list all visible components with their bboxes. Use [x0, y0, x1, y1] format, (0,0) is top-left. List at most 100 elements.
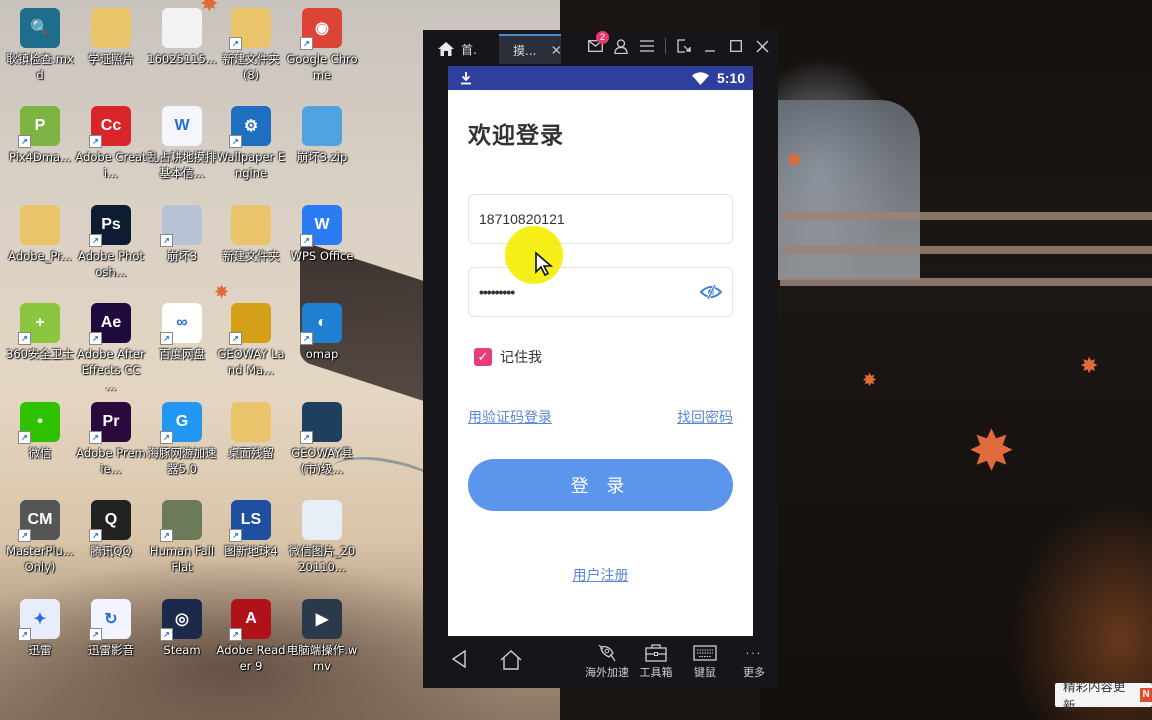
tab-app[interactable]: 摸...: [499, 34, 561, 64]
phone-field[interactable]: [468, 194, 733, 244]
desktop-icon[interactable]: ∞ ↗ 百度网盘: [146, 303, 218, 362]
tool-label: 海外加速: [585, 666, 629, 679]
titlebar-separator: [665, 38, 666, 54]
desktop-icon[interactable]: ↗ Human Fall Flat: [146, 500, 218, 575]
desktop-icon[interactable]: ✦ ↗ 迅雷: [4, 599, 76, 658]
password-input[interactable]: [479, 284, 700, 300]
app-icon: [91, 8, 131, 48]
desktop-icon[interactable]: ⚙ ↗ Wallpaper Engine: [215, 106, 287, 181]
desktop-icon-grid: 🔍 耿镇检查.mxd 学证照片 16025115... ↗ 新建文件夹 (8) ◉ ↗ Goog…: [0, 0, 380, 720]
update-notification[interactable]: 精彩内容更新 N: [1055, 679, 1152, 713]
keyboard-icon: [693, 645, 717, 661]
desktop-icon[interactable]: + ↗ 360安全卫士: [4, 303, 76, 362]
desktop-icon[interactable]: ↗ GEOWAY Land Ma...: [215, 303, 287, 378]
remember-me[interactable]: ✓ 记住我: [468, 347, 733, 367]
more-button[interactable]: ··· 更多: [730, 642, 778, 680]
password-field[interactable]: [468, 267, 733, 317]
desktop-icon[interactable]: 微信图片_2020110...: [286, 500, 358, 575]
desktop-icon-label: Pix4Dma...: [8, 150, 72, 164]
accelerate-button[interactable]: 海外加速: [583, 642, 631, 680]
rocket-icon: [598, 644, 616, 662]
register-link[interactable]: 用户注册: [573, 568, 629, 584]
titlebar-controls: 2: [587, 31, 770, 54]
keymouse-button[interactable]: 键鼠: [681, 642, 729, 680]
desktop-icon[interactable]: LS ↗ 图新地球4: [215, 500, 287, 559]
wifi-icon: [691, 71, 709, 85]
close-icon[interactable]: [552, 45, 561, 55]
login-page: 欢迎登录 ✓ 记住我 用验证码登录 找回密码 登 录 用户注册: [448, 116, 753, 585]
app-icon: [162, 8, 202, 48]
app-icon: ↗: [229, 303, 271, 345]
desktop-icon[interactable]: ↻ ↗ 迅雷影音: [75, 599, 147, 658]
app-icon: [231, 402, 271, 442]
desktop-icon[interactable]: ↗ 新建文件夹 (8): [215, 8, 287, 83]
desktop-icon[interactable]: ↗ 崩坏3: [146, 205, 218, 264]
desktop-icon[interactable]: ◐ ↗ omap: [286, 303, 358, 362]
desktop-icon[interactable]: G ↗ 海豚网游加速器5.0: [146, 402, 218, 477]
phone-input[interactable]: [479, 211, 722, 227]
desktop-icon[interactable]: Ps ↗ Adobe Photosh...: [75, 205, 147, 280]
sms-login-link[interactable]: 用验证码登录: [468, 407, 552, 427]
minimize-icon: [705, 50, 715, 52]
shortcut-arrow-icon: ↗: [89, 135, 102, 148]
desktop-icon[interactable]: • ↗ 微信: [4, 402, 76, 461]
shortcut-arrow-icon: ↗: [300, 234, 313, 247]
toggle-password-visibility-icon[interactable]: [700, 284, 722, 300]
desktop-icon[interactable]: 新建文件夹: [215, 205, 287, 264]
tab-label: 摸...: [513, 43, 537, 58]
close-window-button[interactable]: [754, 38, 770, 54]
shortcut-arrow-icon: ↗: [89, 234, 102, 247]
toolbox-button[interactable]: 工具箱: [632, 642, 680, 680]
remember-me-checkbox[interactable]: ✓: [474, 348, 492, 366]
desktop-icon[interactable]: Adobe_Pr...: [4, 205, 76, 264]
desktop-icon[interactable]: ◎ ↗ Steam: [146, 599, 218, 658]
forgot-password-link[interactable]: 找回密码: [677, 407, 733, 427]
desktop-icon[interactable]: 桌面残留: [215, 402, 287, 461]
tool-label: 更多: [743, 666, 765, 679]
desktop-icon[interactable]: Ae ↗ Adobe After Effects CC ...: [75, 303, 147, 394]
shortcut-arrow-icon: ↗: [229, 135, 242, 148]
desktop-icon[interactable]: ↗ GEOWAY县(市)级...: [286, 402, 358, 477]
app-icon: Ae ↗: [89, 303, 131, 345]
notification-text: 精彩内容更新: [1063, 679, 1126, 713]
desktop-icon[interactable]: W ↗ WPS Office: [286, 205, 358, 264]
tab-home[interactable]: 首.: [437, 34, 477, 64]
desktop-icon[interactable]: A ↗ Adobe Reader 9: [215, 599, 287, 674]
menu-icon: [640, 40, 654, 52]
desktop-icon[interactable]: CM ↗ MasterPlu... Only): [4, 500, 76, 575]
maximize-button[interactable]: [728, 38, 744, 54]
screenshot-button[interactable]: [676, 38, 692, 54]
menu-button[interactable]: [639, 38, 655, 54]
shortcut-arrow-icon: ↗: [89, 431, 102, 444]
desktop-icon[interactable]: W 乱占耕地摸排基本信...: [146, 106, 218, 181]
register-row: 用户注册: [468, 565, 733, 585]
desktop-icon-label: 乱占耕地摸排基本信...: [147, 150, 217, 180]
desktop-icon[interactable]: P ↗ Pix4Dma...: [4, 106, 76, 165]
desktop-icon[interactable]: Pr ↗ Adobe Premie...: [75, 402, 147, 477]
app-icon: ◉ ↗: [300, 8, 342, 50]
desktop-icon[interactable]: 🔍 耿镇检查.mxd: [4, 8, 76, 83]
app-icon: [231, 205, 271, 245]
account-button[interactable]: [613, 38, 629, 54]
android-home-button[interactable]: [500, 650, 522, 674]
app-icon: [302, 106, 342, 146]
minimize-button[interactable]: [702, 38, 718, 54]
desktop-icon[interactable]: ◉ ↗ Google Chrome: [286, 8, 358, 83]
desktop-icon[interactable]: ▶ 电脑端操作.wmv: [286, 599, 358, 674]
desktop-icon-label: Google Chrome: [286, 52, 358, 82]
desktop-icon[interactable]: Q ↗ 腾讯QQ: [75, 500, 147, 559]
desktop-icon[interactable]: 16025115...: [146, 8, 218, 67]
desktop-icon[interactable]: 崩坏3.zip: [286, 106, 358, 165]
shortcut-arrow-icon: ↗: [160, 431, 173, 444]
mail-button[interactable]: 2: [587, 31, 609, 54]
desktop-icon-label: Adobe After Effects CC ...: [77, 347, 145, 393]
back-button[interactable]: [451, 649, 467, 672]
desktop-icon[interactable]: Cc ↗ Adobe Creati...: [75, 106, 147, 181]
android-statusbar: 5:10: [448, 66, 753, 90]
desktop-icon[interactable]: 学证照片: [75, 8, 147, 67]
desktop-icon-label: 腾讯QQ: [90, 544, 132, 558]
login-button[interactable]: 登 录: [468, 459, 733, 511]
android-emulator-window: 首. 摸... 2 5:10 欢迎登录 18710820121 ••••••••…: [423, 30, 778, 688]
app-icon: ↗: [160, 205, 202, 247]
desktop-icon-label: 崩坏3.zip: [296, 150, 348, 164]
